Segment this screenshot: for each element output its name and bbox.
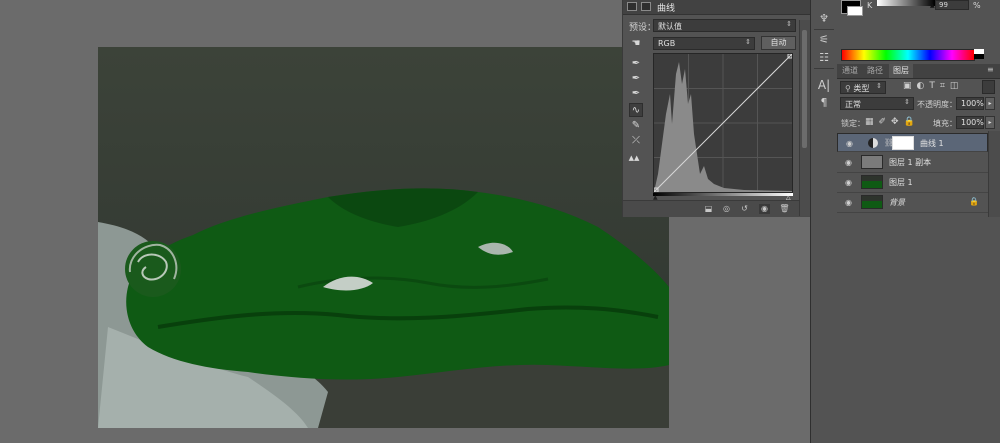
tools-preset-icon[interactable]: ♆	[815, 12, 833, 26]
tab-layers[interactable]: 图层	[889, 64, 913, 78]
channel-value: RGB	[658, 39, 676, 48]
layer-mask-thumbnail[interactable]	[892, 136, 914, 150]
filter-toggle[interactable]	[982, 80, 995, 94]
clip-to-layer-icon[interactable]: ⬓	[703, 204, 714, 214]
curves-graph[interactable]	[653, 53, 793, 193]
tab-channels[interactable]: 通道	[839, 64, 861, 78]
opacity-input[interactable]: 100%	[956, 97, 984, 110]
right-panel-dock: K ▲ 99 % 通道 路径 图层 ≡ ⚲ 类型 ⇕ ▣◐T⌗◫ 正常 ⇕ 不透…	[837, 0, 1000, 443]
lock-label: 锁定：	[841, 119, 865, 128]
white-eyedropper-icon[interactable]: ✒	[629, 87, 643, 101]
document-canvas[interactable]	[98, 47, 669, 428]
preset-label: 预设：	[629, 23, 657, 33]
dock-divider	[814, 29, 834, 30]
k-slider-handle[interactable]: ▲	[930, 2, 935, 9]
panel-icon-dock: ♆ ⚟ ☷ A| ¶	[810, 0, 838, 443]
trash-icon[interactable]: 🗑	[779, 204, 790, 214]
layer-name: 图层 1	[889, 178, 913, 187]
search-icon: ⚲	[845, 84, 851, 93]
character-icon[interactable]: A|	[815, 78, 833, 92]
layer-name: 图层 1 副本	[889, 158, 932, 167]
opacity-dropdown-button[interactable]: ▸	[985, 97, 995, 110]
tab-paths[interactable]: 路径	[864, 64, 886, 78]
opacity-label: 不透明度：	[917, 100, 957, 109]
fill-label: 填充：	[933, 119, 957, 128]
layer-row-layer1[interactable]: ◉ 图层 1	[837, 173, 988, 193]
layer-row-gray-copy[interactable]: ◉ 图层 1 副本	[837, 153, 988, 173]
layer-filter-icons[interactable]: ▣◐T⌗◫	[903, 81, 963, 91]
blend-mode-dropdown[interactable]: 正常 ⇕	[840, 97, 914, 110]
layer-filter-dropdown[interactable]: ⚲ 类型 ⇕	[840, 81, 886, 94]
mask-icon[interactable]	[641, 2, 651, 11]
updown-arrow-icon: ⇕	[786, 20, 792, 28]
visibility-eye-icon[interactable]: ◉	[846, 139, 853, 148]
layer-row-background[interactable]: ◉ 背景 🔒	[837, 193, 988, 213]
properties-footer: ⬓ ◎ ↺ ◉ 🗑	[623, 200, 811, 217]
sliders-icon[interactable]: ☷	[815, 51, 833, 65]
black-eyedropper-icon[interactable]: ✒	[629, 57, 643, 71]
visibility-eye-icon[interactable]: ◉	[845, 158, 852, 167]
layer-thumbnail	[861, 195, 883, 209]
gray-eyedropper-icon[interactable]: ✒	[629, 72, 643, 86]
properties-panel-header: 曲线	[623, 0, 811, 15]
updown-arrow-icon: ⇕	[745, 38, 751, 46]
layer-thumbnail	[861, 155, 883, 169]
updown-arrow-icon: ⇕	[904, 98, 910, 106]
blend-mode-value: 正常	[845, 100, 861, 109]
visibility-eye-icon[interactable]: ◉	[845, 178, 852, 187]
visibility-eye-icon[interactable]: ◉	[845, 198, 852, 207]
color-spectrum-bar[interactable]	[841, 49, 975, 61]
preset-value: 默认值	[658, 22, 682, 31]
k-unit: %	[973, 1, 981, 10]
curves-adjustment-icon	[868, 138, 878, 148]
layers-scrollbar[interactable]	[988, 131, 1000, 217]
tone-gradient-bar	[653, 193, 793, 196]
panel-title: 曲线	[657, 4, 676, 14]
smooth-icon[interactable]: ⤫	[629, 134, 643, 148]
brush-icon[interactable]: ⚟	[815, 33, 833, 47]
panel-menu-icon[interactable]: ≡	[987, 65, 994, 74]
visibility-eye-icon[interactable]: ◉	[759, 204, 770, 214]
hand-target-icon[interactable]: ☚	[629, 37, 643, 51]
photo-green-dress	[98, 47, 669, 428]
curve-edit-icon[interactable]: ∿	[629, 103, 643, 117]
updown-arrow-icon: ⇕	[876, 82, 882, 90]
fill-dropdown-button[interactable]: ▸	[985, 116, 995, 129]
channel-dropdown[interactable]: RGB ⇕	[653, 37, 755, 50]
layer-name: 曲线 1	[920, 139, 944, 148]
k-slider[interactable]	[877, 0, 935, 6]
view-previous-icon[interactable]: ◎	[721, 204, 732, 214]
adjustment-icon[interactable]	[627, 2, 637, 11]
fill-input[interactable]: 100%	[956, 116, 984, 129]
lock-icon: 🔒	[969, 197, 979, 206]
lock-icons[interactable]: ▦✐✥🔒	[865, 117, 920, 127]
layers-tab-bar: 通道 路径 图层 ≡	[837, 64, 1000, 79]
properties-panel: 曲线 预设： 默认值 ⇕ ☚ RGB ⇕ 自动 ✒ ✒ ✒ ∿ ✎ ⤫ ▲▲ ▲…	[622, 0, 812, 217]
clipping-warning-icon[interactable]: ▲▲	[627, 151, 641, 165]
filter-kind-value: 类型	[853, 84, 870, 93]
layer-name: 背景	[889, 198, 905, 207]
k-value-input[interactable]: 99	[935, 0, 969, 10]
dock-divider	[814, 68, 834, 69]
black-swatch[interactable]	[974, 54, 984, 59]
pencil-icon[interactable]: ✎	[629, 119, 643, 133]
layer-thumbnail	[861, 175, 883, 189]
paragraph-icon[interactable]: ¶	[815, 96, 833, 110]
auto-button[interactable]: 自动	[761, 36, 796, 50]
background-color-swatch[interactable]	[847, 6, 863, 16]
scroll-thumb[interactable]	[802, 30, 807, 148]
preset-dropdown[interactable]: 默认值 ⇕	[653, 19, 796, 32]
reset-icon[interactable]: ↺	[739, 204, 750, 214]
k-channel-label: K	[867, 1, 873, 10]
properties-scrollbar[interactable]	[799, 20, 810, 216]
layer-row-curves[interactable]: ◉ ⛓ 曲线 1	[837, 133, 988, 152]
